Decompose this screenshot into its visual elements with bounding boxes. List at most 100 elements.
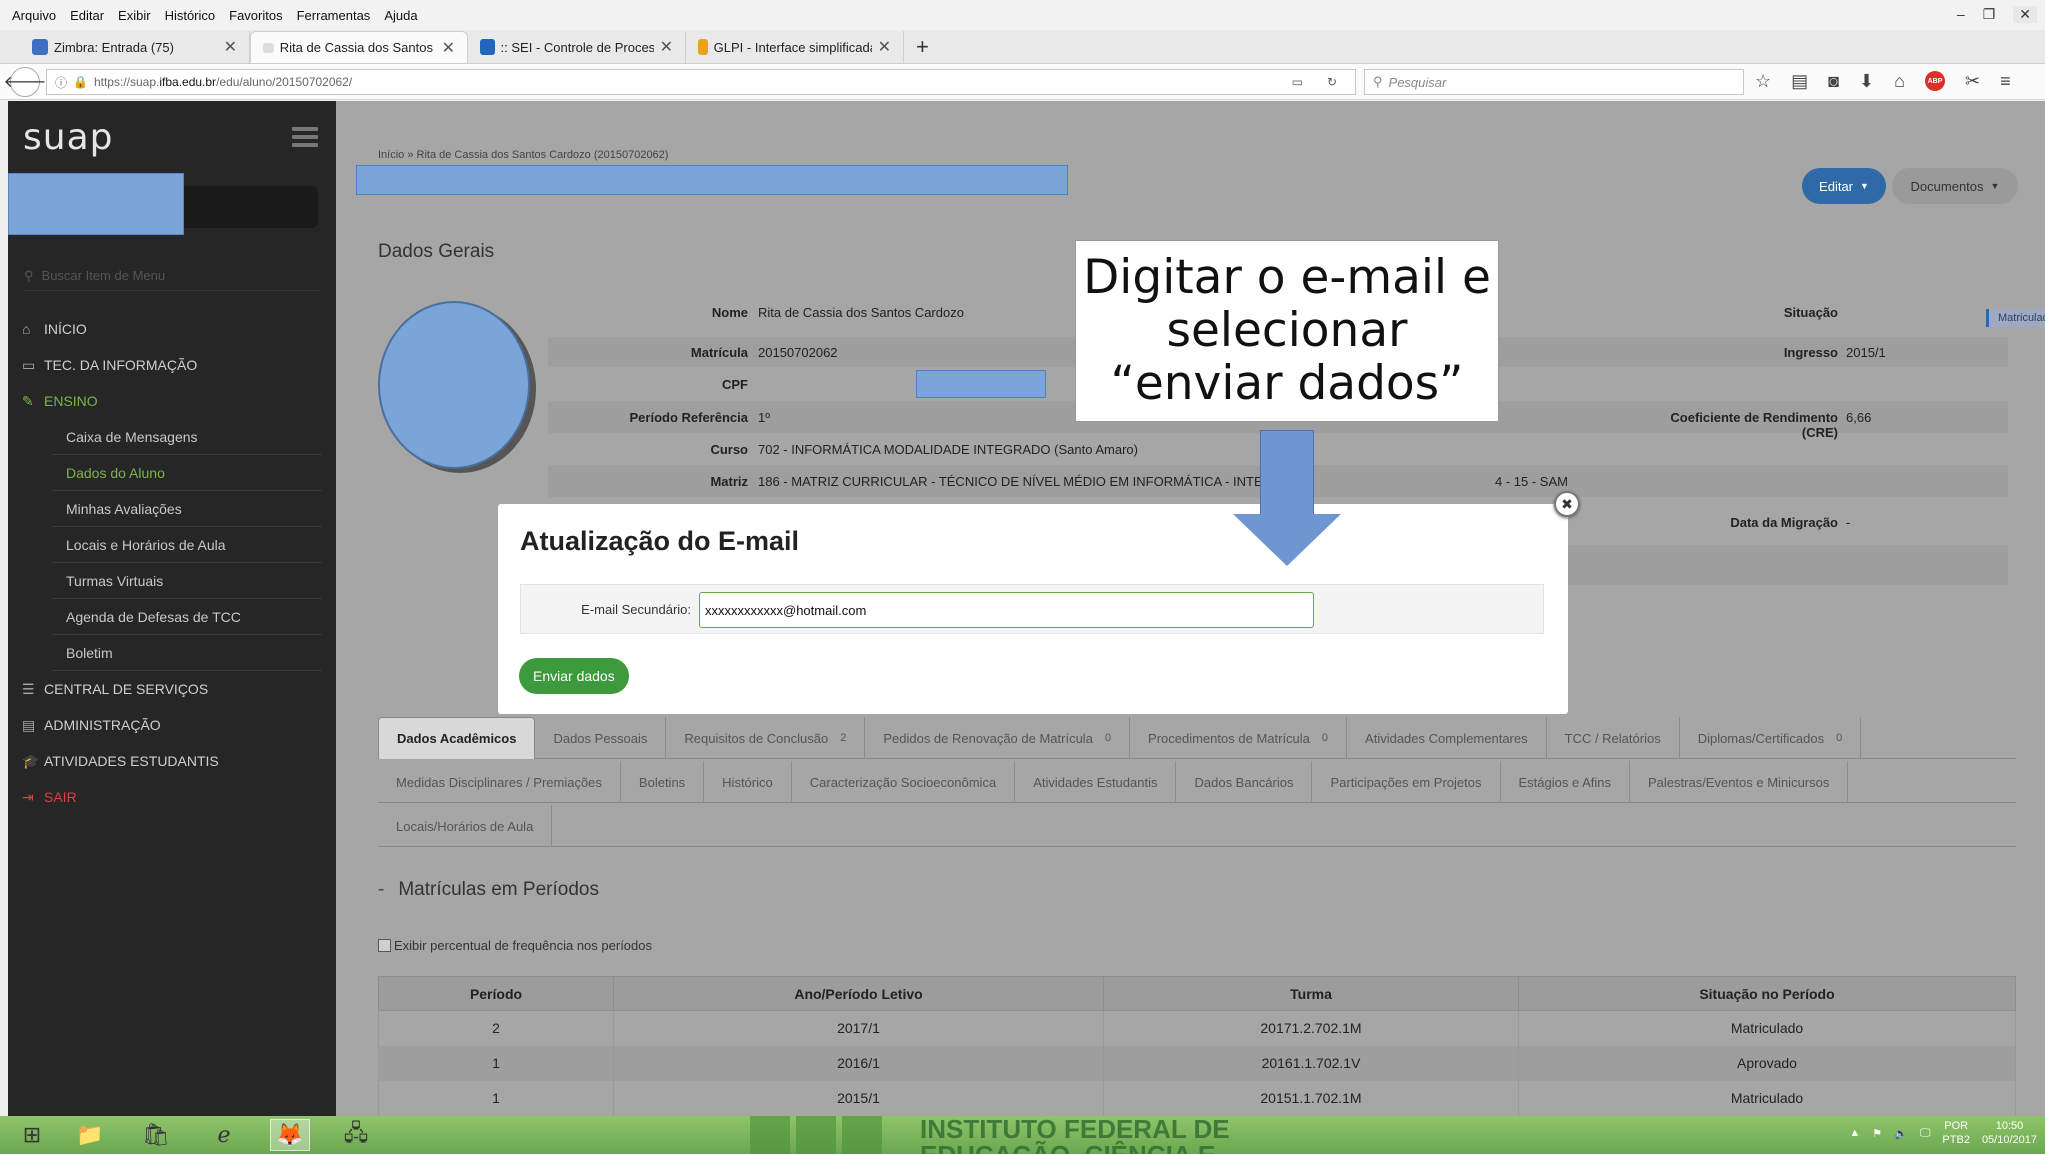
- sidebar-item-inicio[interactable]: ⌂ INÍCIO: [8, 311, 336, 347]
- tab-dados-bancarios[interactable]: Dados Bancários: [1176, 761, 1313, 803]
- close-tab-icon[interactable]: ✕: [878, 37, 891, 57]
- menu-arquivo[interactable]: Arquivo: [12, 8, 56, 23]
- browser-search-input[interactable]: ⚲ Pesquisar: [1364, 69, 1744, 95]
- download-icon[interactable]: ⬇: [1859, 71, 1874, 92]
- sidebar-subitem-caixa-mensagens[interactable]: Caixa de Mensagens: [52, 419, 322, 455]
- menu-search-input[interactable]: ⚲ Buscar Item de Menu: [24, 261, 320, 291]
- sidebar-subitem-agenda-tcc[interactable]: Agenda de Defesas de TCC: [52, 599, 322, 635]
- matriculas-section-title[interactable]: - Matrículas em Períodos: [378, 879, 599, 901]
- column-header[interactable]: Turma: [1103, 976, 1519, 1011]
- pocket-icon[interactable]: ◙: [1828, 71, 1839, 92]
- firefox-icon[interactable]: 🦊: [270, 1119, 310, 1151]
- sidebar-item-sair[interactable]: ⇥ SAIR: [8, 779, 336, 815]
- sidebar-subitem-minhas-avaliacoes[interactable]: Minhas Avaliações: [52, 491, 322, 527]
- reload-icon[interactable]: ↻: [1327, 75, 1337, 89]
- close-icon[interactable]: ✖: [1554, 491, 1580, 517]
- sidebar-subitem-locais-horarios[interactable]: Locais e Horários de Aula: [52, 527, 322, 563]
- menu-ferramentas[interactable]: Ferramentas: [297, 8, 371, 23]
- back-arrow-icon[interactable]: 🡐: [4, 66, 46, 97]
- sidebar-toggle-icon[interactable]: [292, 127, 318, 147]
- tab-dados-pessoais[interactable]: Dados Pessoais: [535, 717, 667, 759]
- sidebar-subitem-boletim[interactable]: Boletim: [52, 635, 322, 671]
- tab-procedimentos-matricula[interactable]: Procedimentos de Matrícula 0: [1130, 717, 1348, 759]
- menu-exibir[interactable]: Exibir: [118, 8, 151, 23]
- tab-estagios[interactable]: Estágios e Afins: [1501, 761, 1630, 803]
- tab-boletins[interactable]: Boletins: [621, 761, 705, 803]
- tab-sei[interactable]: :: SEI - Controle de Processo ✕: [468, 31, 686, 63]
- url-bar[interactable]: ⓘ 🔒 https://suap. ifba.edu.br/edu/aluno/2…: [46, 69, 1356, 95]
- navigation-bar: 🡐 ⓘ 🔒 https://suap. ifba.edu.br/edu/aluno…: [0, 64, 2045, 100]
- store-icon[interactable]: 🛍: [136, 1119, 176, 1151]
- sidebar-item-administracao[interactable]: ▤ ADMINISTRAÇÃO: [8, 707, 336, 743]
- close-window-icon[interactable]: ✕: [2013, 6, 2037, 23]
- tab-glpi[interactable]: GLPI - Interface simplificada ✕: [686, 31, 904, 63]
- tab-tcc-relatorios[interactable]: TCC / Relatórios: [1547, 717, 1680, 759]
- documents-button[interactable]: Documentos ▼: [1892, 168, 2018, 204]
- tab-atividades-estudantis[interactable]: Atividades Estudantis: [1015, 761, 1177, 803]
- tab-zimbra[interactable]: Zimbra: Entrada (75) ✕: [20, 31, 250, 63]
- tab-count: 2: [840, 732, 847, 744]
- close-tab-icon[interactable]: ✕: [660, 37, 673, 57]
- column-header[interactable]: Período: [378, 976, 614, 1011]
- sidebar-subitem-dados-aluno[interactable]: Dados do Aluno: [52, 455, 322, 491]
- tab-historico[interactable]: Histórico: [704, 761, 792, 803]
- tab-diplomas-certificados[interactable]: Diplomas/Certificados 0: [1680, 717, 1862, 759]
- close-tab-icon[interactable]: ✕: [224, 37, 237, 57]
- adblock-icon[interactable]: ABP: [1925, 71, 1945, 91]
- network-icon[interactable]: 🖵: [1920, 1127, 1931, 1140]
- edit-button[interactable]: Editar ▼: [1802, 168, 1886, 204]
- tab-pedidos-renovacao[interactable]: Pedidos de Renovação de Matrícula 0: [865, 717, 1131, 759]
- tab-palestras[interactable]: Palestras/Eventos e Minicursos: [1630, 761, 1849, 803]
- tab-medidas-disciplinares[interactable]: Medidas Disciplinares / Premiações: [378, 761, 621, 803]
- volume-icon[interactable]: 🔈: [1894, 1127, 1908, 1140]
- tray-arrow-icon[interactable]: ▲: [1849, 1127, 1860, 1139]
- menu-editar[interactable]: Editar: [70, 8, 104, 23]
- new-tab-button[interactable]: +: [904, 31, 941, 63]
- suap-logo[interactable]: suap: [23, 117, 113, 158]
- sidebar-subitem-turmas-virtuais[interactable]: Turmas Virtuais: [52, 563, 322, 599]
- menu-favoritos[interactable]: Favoritos: [229, 8, 282, 23]
- sidebar-item-label: TEC. DA INFORMAÇÃO: [44, 357, 198, 373]
- sidebar-item-tec-informacao[interactable]: ▭ TEC. DA INFORMAÇÃO: [8, 347, 336, 383]
- internet-explorer-icon[interactable]: ℯ: [204, 1119, 244, 1151]
- enviar-dados-button[interactable]: Enviar dados: [519, 658, 629, 694]
- sidebar-item-central-servicos[interactable]: ☰ CENTRAL DE SERVIÇOS: [8, 671, 336, 707]
- menu-hamburger-icon[interactable]: ≡: [2000, 71, 2011, 92]
- collapse-icon[interactable]: -: [378, 879, 384, 900]
- file-explorer-icon[interactable]: 📁: [70, 1119, 110, 1151]
- minimize-icon[interactable]: –: [1957, 6, 1965, 23]
- reader-view-icon[interactable]: ▭: [1292, 75, 1303, 89]
- home-icon[interactable]: ⌂: [1894, 71, 1905, 92]
- sign-out-icon: ⇥: [22, 788, 34, 805]
- tab-atividades-complementares[interactable]: Atividades Complementares: [1347, 717, 1547, 759]
- restore-icon[interactable]: ❐: [1983, 6, 1996, 23]
- bookmarks-list-icon[interactable]: ▤: [1791, 71, 1808, 92]
- language-indicator[interactable]: POR PTB2: [1942, 1119, 1970, 1147]
- column-header[interactable]: Ano/Período Letivo: [613, 976, 1104, 1011]
- network-app-icon[interactable]: 🖧: [336, 1119, 376, 1151]
- tab-caracterizacao[interactable]: Caracterização Socioeconômica: [792, 761, 1016, 803]
- frequencia-checkbox-row[interactable]: Exibir percentual de frequência nos perí…: [378, 938, 652, 953]
- bookmark-star-icon[interactable]: ☆: [1755, 71, 1771, 92]
- tab-locais-horarios[interactable]: Locais/Horários de Aula: [378, 805, 553, 847]
- menu-ajuda[interactable]: Ajuda: [384, 8, 417, 23]
- close-tab-icon[interactable]: ✕: [442, 38, 455, 58]
- breadcrumb[interactable]: Início » Rita de Cassia dos Santos Cardo…: [378, 149, 668, 161]
- email-secondary-input[interactable]: [699, 592, 1314, 628]
- wallpaper-blocks: [750, 1116, 882, 1154]
- info-icon[interactable]: ⓘ: [55, 74, 67, 91]
- tab-participacoes-projetos[interactable]: Participações em Projetos: [1312, 761, 1501, 803]
- sidebar-item-ensino[interactable]: ✎ ENSINO: [8, 383, 336, 419]
- tab-requisitos-conclusao[interactable]: Requisitos de Conclusão 2: [666, 717, 866, 759]
- windows-start-icon[interactable]: ⊞: [12, 1119, 52, 1151]
- clock[interactable]: 10:50 05/10/2017: [1982, 1119, 2037, 1147]
- frequencia-checkbox[interactable]: [378, 939, 391, 952]
- sidebar-item-atividades-estudantis[interactable]: 🎓 ATIVIDADES ESTUDANTIS: [8, 743, 336, 779]
- flag-icon[interactable]: ⚑: [1872, 1127, 1882, 1140]
- column-header[interactable]: Situação no Período: [1518, 976, 2016, 1011]
- menu-search-placeholder: Buscar Item de Menu: [41, 268, 166, 283]
- tab-suap[interactable]: Rita de Cassia dos Santos Ca ✕: [250, 31, 468, 63]
- tools-icon[interactable]: ✂: [1965, 71, 1980, 92]
- menu-historico[interactable]: Histórico: [165, 8, 216, 23]
- tab-dados-academicos[interactable]: Dados Acadêmicos: [378, 717, 536, 759]
